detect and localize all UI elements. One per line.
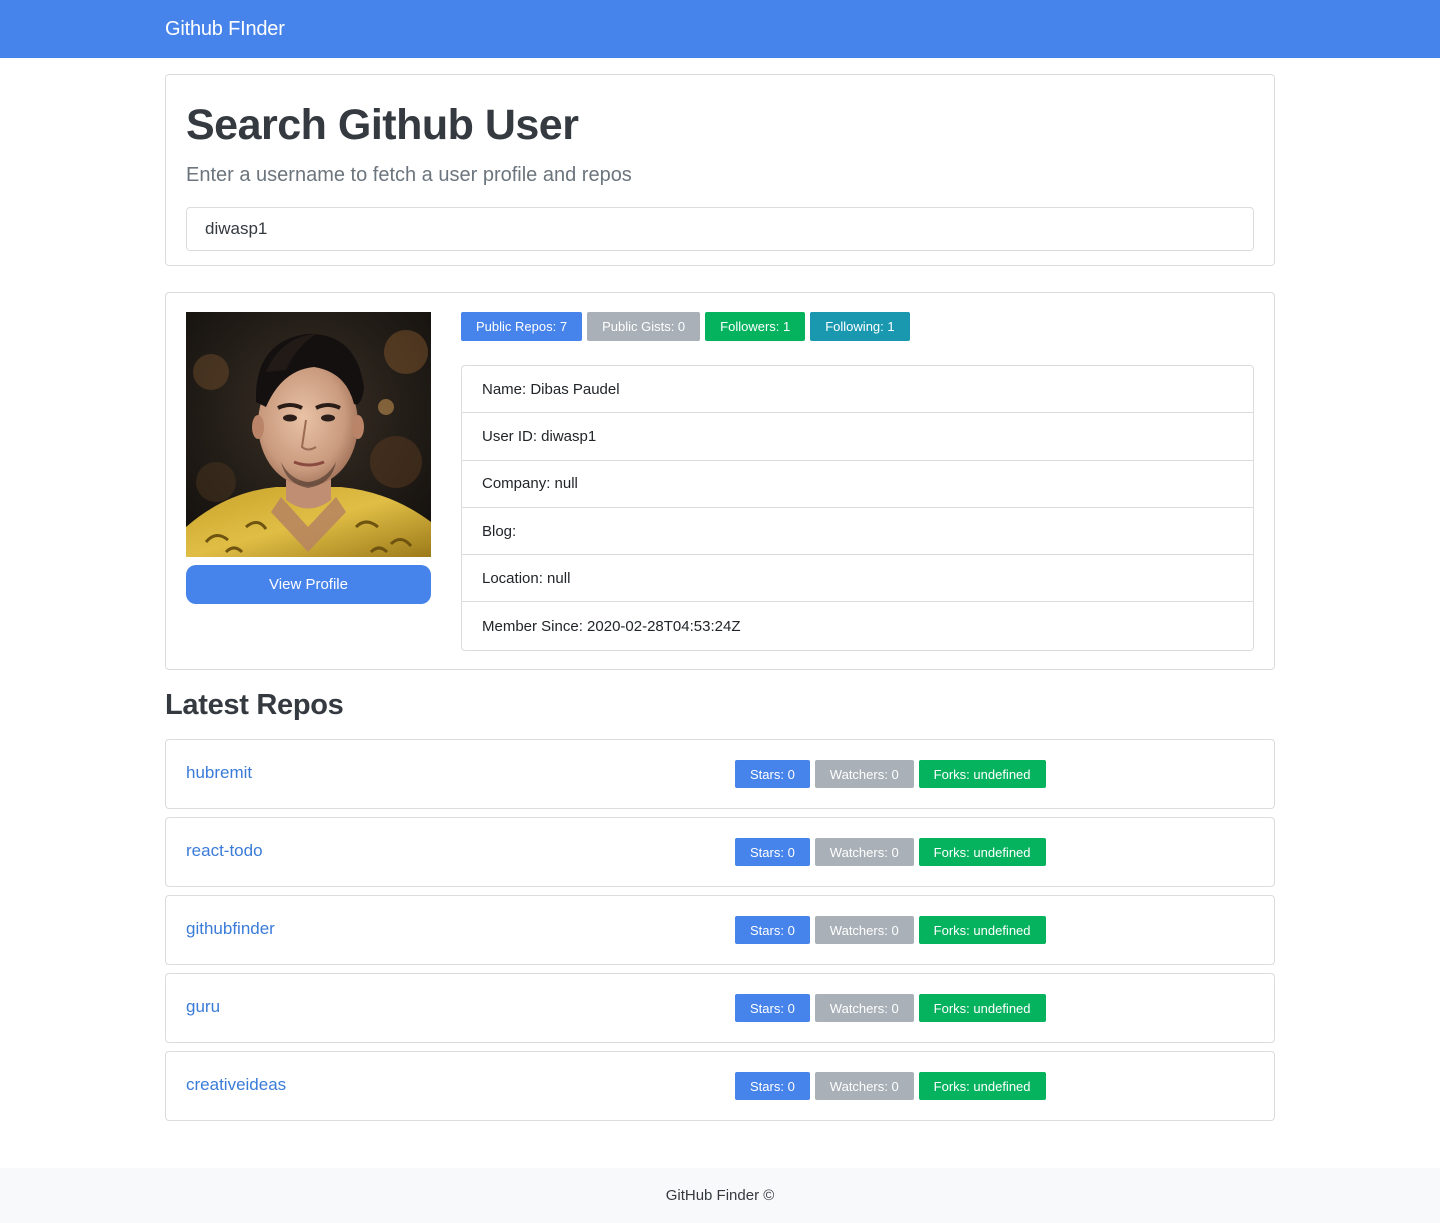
view-profile-button[interactable]: View Profile (186, 565, 431, 604)
repo-link[interactable]: hubremit (186, 763, 252, 783)
repo-forks-badge: Forks: undefined (918, 994, 1046, 1022)
repo-forks-badge: Forks: undefined (918, 838, 1046, 866)
repo-card: creativeideas Stars: 0 Watchers: 0 Forks… (165, 1051, 1275, 1121)
repo-card: react-todo Stars: 0 Watchers: 0 Forks: u… (165, 817, 1275, 887)
search-card: Search Github User Enter a username to f… (165, 74, 1275, 266)
profile-card: View Profile Public Repos: 7 Public Gist… (165, 292, 1275, 670)
repo-stars-badge: Stars: 0 (735, 994, 810, 1022)
navbar: Github FInder (0, 0, 1440, 58)
main-container: Search Github User Enter a username to f… (165, 74, 1275, 1121)
repo-badges: Stars: 0 Watchers: 0 Forks: undefined (735, 994, 1046, 1022)
detail-name: Name: Dibas Paudel (462, 366, 1253, 414)
detail-blog: Blog: (462, 508, 1253, 556)
repo-stars-badge: Stars: 0 (735, 916, 810, 944)
repo-link[interactable]: creativeideas (186, 1075, 286, 1095)
repo-forks-badge: Forks: undefined (918, 916, 1046, 944)
profile-right: Public Repos: 7 Public Gists: 0 Follower… (461, 312, 1254, 651)
badge-followers: Followers: 1 (705, 312, 806, 341)
repo-link[interactable]: react-todo (186, 841, 263, 861)
detail-location: Location: null (462, 555, 1253, 603)
profile-details-list: Name: Dibas Paudel User ID: diwasp1 Comp… (461, 365, 1254, 651)
badge-following: Following: 1 (810, 312, 910, 341)
repo-watchers-badge: Watchers: 0 (814, 838, 914, 866)
repo-watchers-badge: Watchers: 0 (814, 994, 914, 1022)
repo-link[interactable]: githubfinder (186, 919, 275, 939)
detail-member-since: Member Since: 2020-02-28T04:53:24Z (482, 617, 741, 635)
repo-stars-badge: Stars: 0 (735, 838, 810, 866)
repo-badges: Stars: 0 Watchers: 0 Forks: undefined (735, 760, 1046, 788)
repo-badges: Stars: 0 Watchers: 0 Forks: undefined (735, 916, 1046, 944)
badge-public-repos: Public Repos: 7 (461, 312, 583, 341)
search-title: Search Github User (186, 101, 579, 149)
repo-watchers-badge: Watchers: 0 (814, 760, 914, 788)
repo-card: guru Stars: 0 Watchers: 0 Forks: undefin… (165, 973, 1275, 1043)
profile-badges: Public Repos: 7 Public Gists: 0 Follower… (461, 312, 1254, 341)
user-avatar-photo-icon (186, 312, 431, 557)
repo-card: githubfinder Stars: 0 Watchers: 0 Forks:… (165, 895, 1275, 965)
repo-stars-badge: Stars: 0 (735, 1072, 810, 1100)
profile-left: View Profile (186, 312, 431, 650)
footer: GitHub Finder © (0, 1168, 1440, 1223)
detail-user-id: User ID: diwasp1 (462, 413, 1253, 461)
repo-card: hubremit Stars: 0 Watchers: 0 Forks: und… (165, 739, 1275, 809)
search-input[interactable] (186, 207, 1254, 251)
repo-forks-badge: Forks: undefined (918, 1072, 1046, 1100)
repo-watchers-badge: Watchers: 0 (814, 916, 914, 944)
repo-badges: Stars: 0 Watchers: 0 Forks: undefined (735, 838, 1046, 866)
repo-forks-badge: Forks: undefined (918, 760, 1046, 788)
latest-repos-title: Latest Repos (165, 689, 344, 721)
badge-public-gists: Public Gists: 0 (587, 312, 701, 341)
detail-company: Company: null (462, 461, 1253, 508)
repo-watchers-badge: Watchers: 0 (814, 1072, 914, 1100)
repo-stars-badge: Stars: 0 (735, 760, 810, 788)
footer-text: GitHub Finder © (665, 1187, 775, 1204)
search-subtitle: Enter a username to fetch a user profile… (186, 164, 632, 186)
repo-link[interactable]: guru (186, 997, 220, 1017)
navbar-brand[interactable]: Github FInder (165, 18, 285, 41)
repo-badges: Stars: 0 Watchers: 0 Forks: undefined (735, 1072, 1046, 1100)
